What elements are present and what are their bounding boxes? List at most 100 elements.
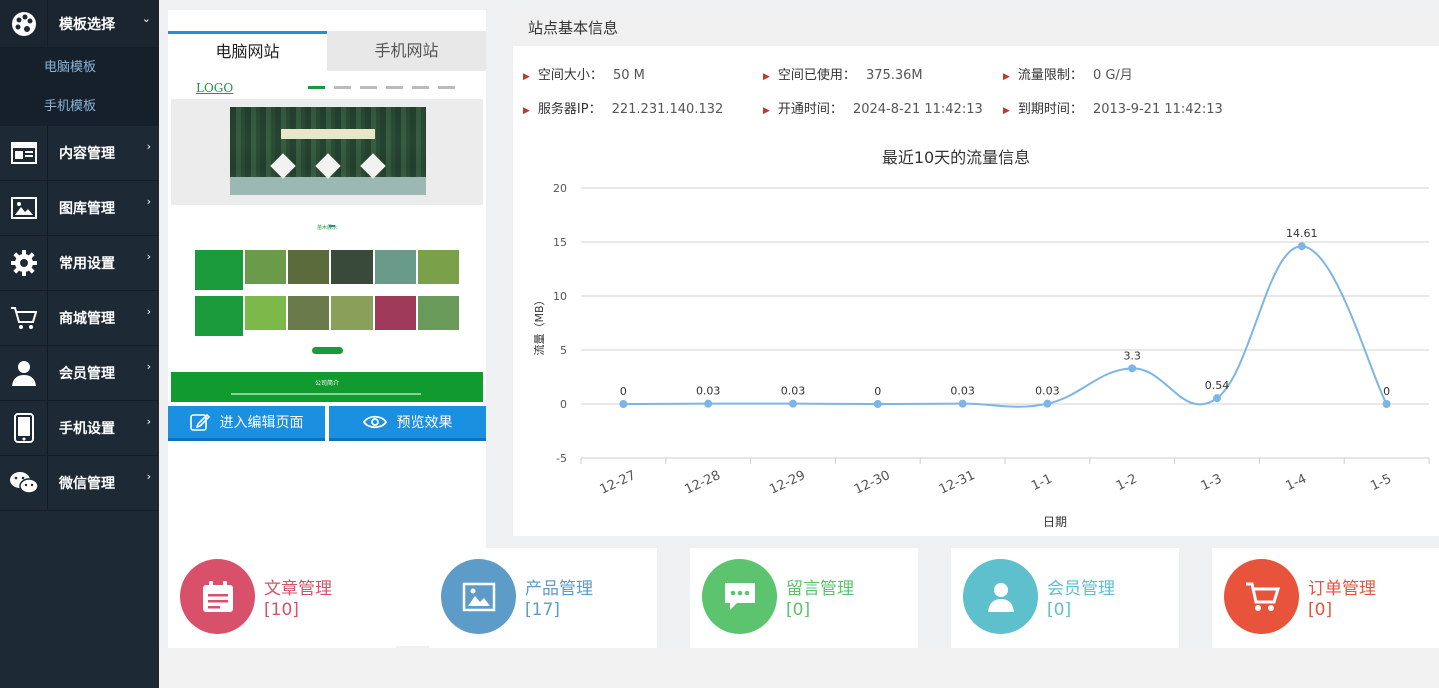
info-open-time: ▶ 开通时间： 2024-8-21 11:42:13	[763, 102, 983, 117]
x-tick-label: 12-27	[598, 468, 639, 498]
stat-circle	[963, 559, 1038, 634]
sidebar-item-members[interactable]: 会员管理 ›	[0, 346, 159, 401]
traffic-line-chart: 20 15 10 5 0 -5 12-27 12-28 12-29 12-30 12-31 1-1 1-…	[532, 182, 1430, 529]
y-tick-label: 10	[553, 290, 567, 303]
stat-card-orders[interactable]: 订单管理 [0]	[1212, 548, 1439, 648]
palette-icon	[0, 0, 48, 47]
person-icon	[987, 582, 1014, 612]
cart-icon	[1245, 582, 1280, 611]
stat-card-products[interactable]: 产品管理 [17]	[429, 548, 657, 648]
preview-effect-button[interactable]: 预览效果	[329, 406, 486, 441]
user-icon	[0, 346, 48, 400]
thumb-nav	[308, 86, 455, 89]
chevron-right-icon: ›	[146, 305, 151, 318]
sidebar: 模板选择 ⌄ 电脑模板 手机模板 内容管理 › 图库管理 › 常用设置 › 商城…	[0, 0, 159, 688]
sidebar-item-settings[interactable]: 常用设置 ›	[0, 236, 159, 291]
data-point	[1297, 242, 1306, 251]
stat-count: [10]	[264, 600, 299, 620]
site-info-header: 站点基本信息	[513, 10, 1439, 46]
gear-icon	[0, 236, 48, 290]
thumb-forest-image	[230, 107, 426, 195]
x-tick-label: 1-3	[1199, 472, 1225, 495]
stat-name: 产品管理	[525, 579, 593, 599]
stat-card-articles[interactable]: 文章管理 [10]	[168, 548, 396, 648]
data-point	[704, 399, 713, 408]
stat-name: 订单管理	[1308, 579, 1376, 599]
chart-title: 最近10天的流量信息	[881, 148, 1031, 167]
y-tick-label: 5	[560, 344, 567, 357]
y-tick-label: -5	[556, 452, 567, 465]
chevron-right-icon: ›	[146, 195, 151, 208]
info-server-ip: ▶ 服务器IP： 221.231.140.132	[523, 102, 724, 117]
sidebar-item-shop[interactable]: 商城管理 ›	[0, 291, 159, 346]
chevron-right-icon: ›	[146, 415, 151, 428]
x-axis-label: 日期	[1043, 515, 1067, 529]
stat-name: 文章管理	[264, 579, 332, 599]
sidebar-item-template[interactable]: 模板选择 ⌄	[0, 0, 159, 48]
newspaper-icon	[0, 126, 48, 180]
arrow-right-icon: ▶	[523, 106, 530, 116]
bottom-strip	[159, 648, 1439, 688]
data-point	[873, 400, 882, 408]
x-tick-label: 1-4	[1284, 472, 1310, 495]
arrow-right-icon: ▶	[763, 106, 770, 116]
enter-edit-label: 进入编辑页面	[219, 415, 304, 431]
info-traffic-limit: ▶ 流量限制： 0 G/月	[1003, 68, 1133, 83]
tab-pc-site[interactable]: 电脑网站	[168, 31, 327, 71]
stat-circle	[441, 559, 516, 634]
template-thumbnail[interactable]: LOGO 苗木展示 公司简介	[168, 74, 486, 402]
y-axis-label: 流量（MB）	[532, 294, 546, 355]
data-point	[1382, 400, 1391, 408]
data-point	[1128, 364, 1137, 373]
chevron-right-icon: ›	[146, 360, 151, 373]
x-tick-label: 1-1	[1029, 472, 1055, 495]
stat-count: [17]	[525, 600, 560, 620]
sidebar-subitem-mobile-template[interactable]: 手机模板	[0, 87, 159, 126]
sidebar-item-mobile[interactable]: 手机设置 ›	[0, 401, 159, 456]
arrow-right-icon: ▶	[763, 72, 770, 82]
chat-bubble-icon	[724, 582, 755, 610]
sidebar-item-label: 常用设置	[59, 256, 115, 272]
info-space-size: ▶ 空间大小： 50 M	[523, 68, 645, 83]
tab-mobile-site[interactable]: 手机网站	[327, 31, 486, 71]
data-label: 3.3	[1123, 349, 1141, 362]
sidebar-item-label: 手机设置	[59, 421, 115, 437]
stat-card-members[interactable]: 会员管理 [0]	[951, 548, 1179, 648]
thumb-more-button	[312, 347, 343, 354]
info-expire-time: ▶ 到期时间： 2013-9-21 11:42:13	[1003, 102, 1223, 117]
data-label: 0.03	[696, 385, 721, 398]
data-label: 0	[874, 385, 881, 398]
info-space-used: ▶ 空间已使用： 375.36M	[763, 68, 923, 83]
data-label: 0	[1383, 385, 1390, 398]
x-tick-label: 12-31	[937, 468, 978, 498]
data-label: 0.03	[1035, 385, 1060, 398]
stat-card-messages[interactable]: 留言管理 [0]	[690, 548, 918, 648]
eye-icon	[362, 415, 387, 429]
sidebar-item-label: 内容管理	[59, 146, 115, 162]
sidebar-subitem-pc-template[interactable]: 电脑模板	[0, 48, 159, 87]
sidebar-item-label: 图库管理	[59, 201, 115, 217]
stat-circle	[180, 559, 255, 634]
stat-name: 留言管理	[786, 579, 854, 599]
data-label: 0	[620, 385, 627, 398]
x-tick-label: 1-2	[1114, 472, 1140, 495]
stat-count: [0]	[1308, 600, 1333, 620]
data-label: 14.61	[1286, 227, 1318, 240]
stat-cards: 文章管理 [10] 产品管理 [17] 留言管理 [0] 会员管理 [0] 订单…	[159, 548, 1439, 648]
chevron-right-icon: ›	[146, 470, 151, 483]
sidebar-item-label: 商城管理	[59, 311, 115, 327]
sidebar-item-content[interactable]: 内容管理 ›	[0, 126, 159, 181]
sidebar-item-gallery[interactable]: 图库管理 ›	[0, 181, 159, 236]
stat-count: [0]	[1047, 600, 1072, 620]
arrow-right-icon: ▶	[523, 72, 530, 82]
site-info-panel: 站点基本信息 ▶ 空间大小： 50 M ▶ 空间已使用： 375.36M ▶ 流量限制： 0…	[513, 10, 1439, 536]
x-tick-label: 12-28	[682, 468, 723, 498]
thumb-section-title: 苗木展示	[316, 225, 337, 231]
x-tick-label: 12-29	[767, 468, 808, 498]
data-point	[619, 400, 628, 408]
thumb-banner	[171, 99, 483, 227]
data-point	[1043, 399, 1052, 408]
thumb-product-row	[195, 250, 460, 290]
sidebar-item-wechat[interactable]: 微信管理 ›	[0, 456, 159, 511]
enter-edit-button[interactable]: 进入编辑页面	[168, 406, 325, 441]
